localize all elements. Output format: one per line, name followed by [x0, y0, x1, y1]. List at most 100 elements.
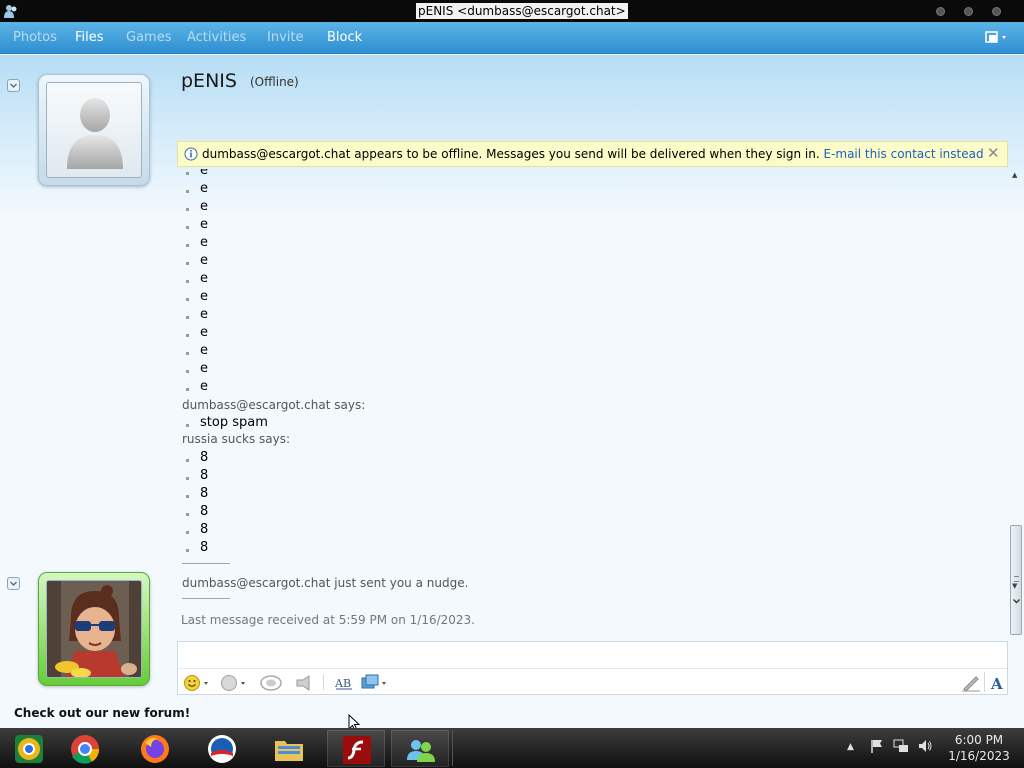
background-button[interactable]: [360, 674, 390, 692]
message-input[interactable]: [178, 642, 1007, 667]
font-style-icon: AB: [334, 677, 352, 690]
list-bullet: [186, 459, 189, 462]
clock-time: 6:00 PM: [954, 733, 1004, 747]
forum-link[interactable]: Check out our new forum!: [14, 706, 190, 720]
font-button[interactable]: AB: [334, 674, 354, 692]
offline-info-bar: dumbass@escargot.chat appears to be offl…: [177, 141, 1008, 167]
menu-photos[interactable]: Photos: [13, 30, 57, 45]
taskbar-chrome-canary[interactable]: [0, 730, 58, 767]
message-line: e: [200, 325, 208, 340]
message-line: e: [200, 199, 208, 214]
network-icon[interactable]: [893, 738, 909, 754]
message-line: stop spam: [200, 415, 268, 430]
taskbar-campaign-app[interactable]: [193, 730, 251, 767]
list-bullet: [186, 172, 189, 175]
voice-clip-icon: [260, 675, 282, 691]
list-bullet: [186, 424, 189, 427]
message-composer: AB A: [177, 641, 1008, 695]
pen-icon: [962, 676, 980, 692]
show-hidden-icons-icon[interactable]: ▲: [847, 742, 854, 752]
emoticon-button[interactable]: [183, 674, 213, 692]
chevron-down-icon: [10, 581, 17, 586]
taskbar-flash[interactable]: [327, 730, 385, 767]
maximize-button[interactable]: [964, 7, 973, 16]
list-bullet: [186, 334, 189, 337]
message-line: 8: [200, 450, 209, 465]
messenger-app-icon[interactable]: [3, 3, 19, 19]
nudge-notice: dumbass@escargot.chat just sent you a nu…: [182, 576, 469, 590]
menu-games[interactable]: Games: [126, 30, 171, 45]
close-window-button[interactable]: [992, 7, 1001, 16]
sender-header: russia sucks says:: [182, 432, 291, 446]
voice-clip-button[interactable]: [259, 674, 283, 692]
message-line: e: [200, 343, 208, 358]
wink-icon: [221, 675, 245, 691]
history-scrollbar[interactable]: ▲ ▼: [1009, 169, 1024, 635]
list-bullet: [186, 477, 189, 480]
close-info-bar-button[interactable]: ✕: [987, 144, 1000, 162]
taskbar-file-explorer[interactable]: [260, 730, 318, 767]
list-bullet: [186, 280, 189, 283]
message-history: e e e e e e e e e e e e e dumbass@escarg…: [177, 169, 1009, 606]
message-line: e: [200, 169, 208, 178]
menu-block[interactable]: Block: [327, 30, 362, 45]
volume-icon[interactable]: [917, 738, 933, 754]
list-bullet: [186, 298, 189, 301]
list-bullet: [186, 226, 189, 229]
taskbar-firefox[interactable]: [126, 730, 184, 767]
sender-header: dumbass@escargot.chat says:: [182, 398, 366, 412]
scroll-down-small-button[interactable]: [1011, 596, 1022, 607]
scroll-down-arrow-icon[interactable]: ▼: [1012, 582, 1017, 590]
message-line: e: [200, 217, 208, 232]
minimize-button[interactable]: [936, 7, 945, 16]
system-clock[interactable]: 6:00 PM 1/16/2023: [940, 732, 1018, 764]
wink-button[interactable]: [220, 674, 250, 692]
scroll-up-arrow-icon[interactable]: ▲: [1012, 171, 1017, 179]
list-bullet: [186, 370, 189, 373]
contact-display-picture[interactable]: [38, 74, 150, 186]
svg-text:A: A: [990, 675, 1003, 692]
firefox-icon: [141, 735, 169, 763]
nudge-separator-bottom: [182, 598, 230, 599]
menu-activities[interactable]: Activities: [187, 30, 246, 45]
list-bullet: [186, 352, 189, 355]
message-line: 8: [200, 486, 209, 501]
menu-invite[interactable]: Invite: [267, 30, 303, 45]
typing-mode-icon: A: [990, 675, 1003, 693]
message-line: e: [200, 307, 208, 322]
text-format-button[interactable]: A: [990, 674, 1006, 693]
list-bullet: [186, 513, 189, 516]
message-line: e: [200, 181, 208, 196]
taskbar-messenger[interactable]: [391, 730, 449, 767]
clock-date: 1/16/2023: [948, 749, 1010, 763]
collapse-contact-picture-button[interactable]: [7, 79, 20, 92]
list-bullet: [186, 316, 189, 319]
action-center-flag-icon[interactable]: [869, 738, 885, 754]
message-line: e: [200, 289, 208, 304]
taskbar-chrome[interactable]: [56, 730, 114, 767]
menu-files[interactable]: Files: [75, 30, 104, 45]
menu-bar: Photos Files Games Activities Invite Blo…: [0, 22, 1024, 54]
scrollbar-thumb[interactable]: [1010, 525, 1022, 635]
info-icon: [184, 147, 198, 161]
collapse-my-picture-button[interactable]: [7, 577, 20, 590]
title-bar: pENIS <dumbass@escargot.chat>: [0, 0, 1024, 22]
list-bullet: [186, 190, 189, 193]
show-menu-icon[interactable]: [985, 31, 1013, 45]
list-bullet: [186, 208, 189, 211]
list-bullet: [186, 495, 189, 498]
taskbar-separator: [452, 730, 453, 766]
message-line: e: [200, 235, 208, 250]
chrome-canary-icon: [15, 735, 43, 763]
list-bullet: [186, 262, 189, 265]
svg-text:AB: AB: [334, 677, 351, 690]
message-line: e: [200, 379, 208, 394]
contact-name: pENIS: [181, 70, 237, 92]
contact-status: (Offline): [250, 75, 299, 89]
chrome-icon: [71, 735, 100, 764]
nudge-button[interactable]: [293, 674, 313, 692]
handwriting-button[interactable]: [961, 674, 981, 692]
list-bullet: [186, 388, 189, 391]
email-contact-link[interactable]: E-mail this contact instead: [823, 147, 983, 161]
my-display-picture[interactable]: [38, 572, 150, 686]
